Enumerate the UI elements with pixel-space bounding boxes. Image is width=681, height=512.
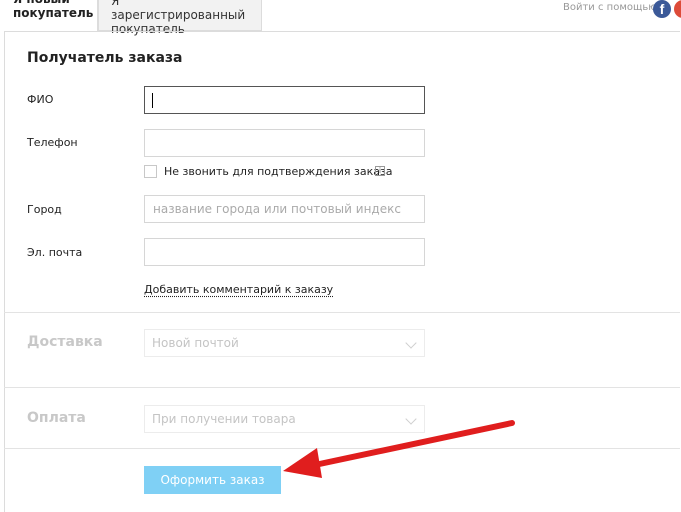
phone-label: Телефон <box>27 136 78 149</box>
no-call-checkbox[interactable] <box>144 165 157 178</box>
divider <box>4 312 680 313</box>
payment-section-title: Оплата <box>27 410 86 426</box>
fio-label: ФИО <box>27 93 54 106</box>
social-login-label: Войти с помощью <box>563 2 657 13</box>
city-input[interactable]: название города или почтовый индекс <box>144 195 425 223</box>
divider <box>4 387 680 388</box>
payment-selected-value: При получении товара <box>152 412 296 426</box>
delivery-select[interactable]: Новой почтой <box>144 329 425 357</box>
google-icon[interactable] <box>674 0 681 18</box>
submit-order-button[interactable]: Оформить заказ <box>144 466 281 494</box>
tab-registered-customer[interactable]: Я зарегистрированный покупатель <box>98 0 262 36</box>
fio-input[interactable] <box>144 86 425 114</box>
no-call-label: Не звонить для подтверждения заказа <box>164 165 393 178</box>
text-caret <box>152 93 153 108</box>
info-icon[interactable]: i <box>375 166 385 176</box>
recipient-section-title: Получатель заказа <box>27 50 183 66</box>
city-label: Город <box>27 203 62 216</box>
email-input[interactable] <box>144 238 425 266</box>
add-comment-link[interactable]: Добавить комментарий к заказу <box>144 283 333 296</box>
delivery-selected-value: Новой почтой <box>152 336 239 350</box>
email-label: Эл. почта <box>27 246 83 259</box>
delivery-section-title: Доставка <box>27 334 103 350</box>
divider <box>4 448 680 449</box>
chevron-down-icon <box>405 413 417 425</box>
tab-new-customer[interactable]: Я новый покупатель <box>0 0 98 32</box>
payment-select[interactable]: При получении товара <box>144 405 425 433</box>
chevron-down-icon <box>405 337 417 349</box>
city-placeholder: название города или почтовый индекс <box>153 202 401 216</box>
phone-input[interactable] <box>144 129 425 157</box>
tab-new-customer-label: Я новый покупатель <box>13 0 94 20</box>
facebook-icon[interactable]: f <box>653 0 671 18</box>
